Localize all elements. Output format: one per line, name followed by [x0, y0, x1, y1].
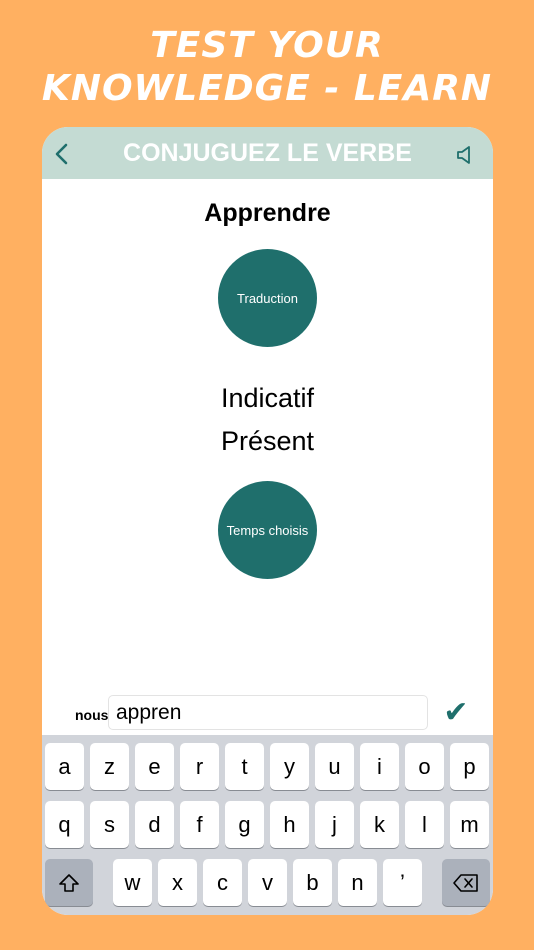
- chevron-left-icon: [55, 143, 68, 165]
- key-y[interactable]: y: [270, 743, 309, 790]
- key-z[interactable]: z: [90, 743, 129, 790]
- key-f[interactable]: f: [180, 801, 219, 848]
- chosen-tenses-button-label: Temps choisis: [226, 522, 309, 538]
- key-a[interactable]: a: [45, 743, 84, 790]
- promo-line-1: TEST YOUR: [150, 25, 384, 66]
- speaker-button[interactable]: [453, 144, 475, 166]
- navbar: CONJUGUEZ LE VERBE: [42, 127, 493, 179]
- backspace-key[interactable]: [442, 859, 490, 906]
- shift-icon: [59, 873, 79, 892]
- translation-button[interactable]: Traduction: [218, 249, 317, 347]
- key-c[interactable]: c: [203, 859, 242, 906]
- chosen-tenses-button[interactable]: Temps choisis: [218, 481, 317, 579]
- back-button[interactable]: [50, 141, 72, 167]
- key-h[interactable]: h: [270, 801, 309, 848]
- key-i[interactable]: i: [360, 743, 399, 790]
- key-d[interactable]: d: [135, 801, 174, 848]
- key-x[interactable]: x: [158, 859, 197, 906]
- key-v[interactable]: v: [248, 859, 287, 906]
- speaker-icon: [457, 146, 470, 164]
- key-p[interactable]: p: [450, 743, 489, 790]
- backspace-icon: [453, 873, 478, 892]
- shift-key[interactable]: [45, 859, 93, 906]
- key-l[interactable]: l: [405, 801, 444, 848]
- app-screen: CONJUGUEZ LE VERBE Apprendre Traduction …: [42, 127, 493, 915]
- key-t[interactable]: t: [225, 743, 264, 790]
- verb-title: Apprendre: [204, 199, 331, 227]
- key-g[interactable]: g: [225, 801, 264, 848]
- key-e[interactable]: e: [135, 743, 174, 790]
- answer-input[interactable]: [108, 695, 428, 730]
- key-b[interactable]: b: [293, 859, 332, 906]
- page-title: CONJUGUEZ LE VERBE: [123, 139, 412, 167]
- answer-row: nous ✔: [42, 691, 493, 735]
- key-u[interactable]: u: [315, 743, 354, 790]
- key-j[interactable]: j: [315, 801, 354, 848]
- mood-label: Indicatif: [220, 383, 315, 413]
- key-n[interactable]: n: [338, 859, 377, 906]
- key-m[interactable]: m: [450, 801, 489, 848]
- key-s[interactable]: s: [90, 801, 129, 848]
- keyboard: a z e r t y u i o p q s d f g h j k l m …: [42, 735, 493, 915]
- key-w[interactable]: w: [113, 859, 152, 906]
- pronoun-label: nous: [75, 707, 109, 723]
- key-r[interactable]: r: [180, 743, 219, 790]
- promo-headline: TEST YOUR KNOWLEDGE - LEARN: [0, 24, 534, 110]
- checkmark-icon: ✔: [443, 696, 469, 729]
- submit-button[interactable]: ✔: [441, 695, 471, 731]
- translation-button-label: Traduction: [237, 290, 298, 306]
- key-apostrophe[interactable]: ’: [383, 859, 422, 906]
- key-k[interactable]: k: [360, 801, 399, 848]
- key-q[interactable]: q: [45, 801, 84, 848]
- key-o[interactable]: o: [405, 743, 444, 790]
- tense-label: Présent: [220, 426, 315, 456]
- promo-line-2: KNOWLEDGE - LEARN: [41, 68, 493, 109]
